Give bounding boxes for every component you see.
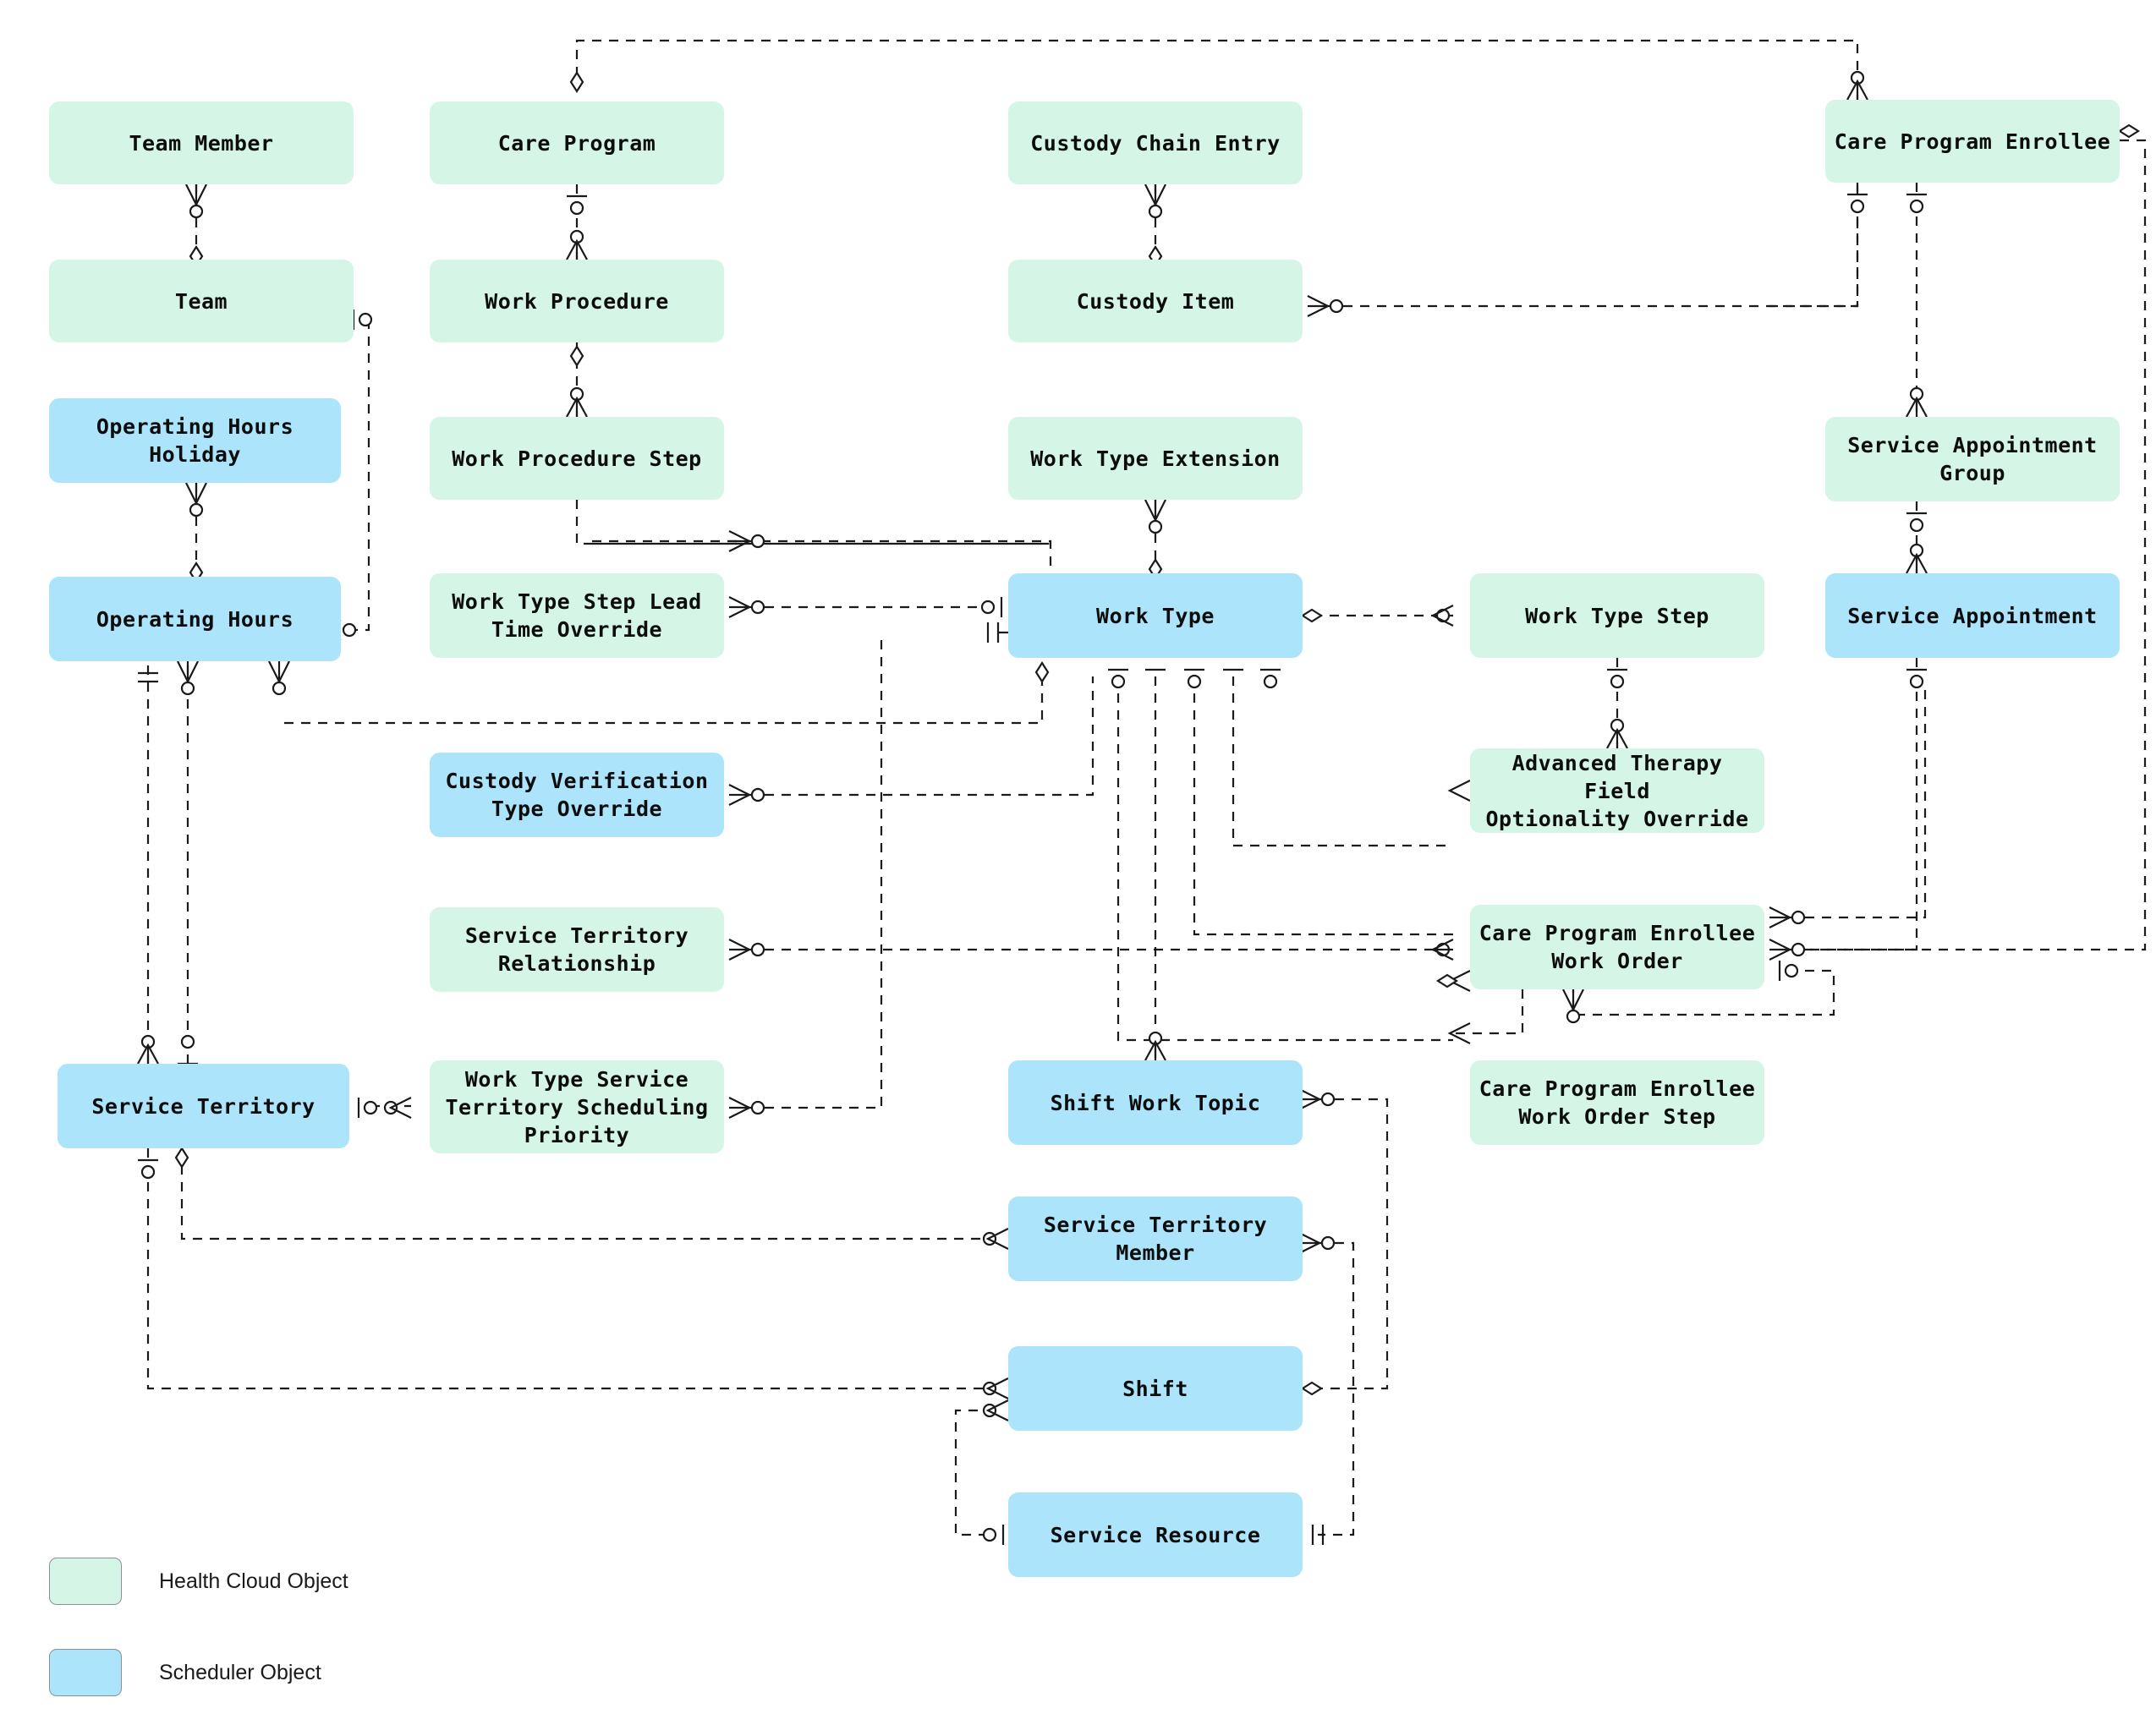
entity-label: Custody Chain Entry (1030, 130, 1281, 156)
entity-service-appointment[interactable]: Service Appointment (1825, 573, 2120, 658)
entity-care-program[interactable]: Care Program (430, 101, 724, 184)
entity-custody-verification-type-override[interactable]: Custody Verification Type Override (430, 753, 724, 837)
entity-custody-item[interactable]: Custody Item (1008, 260, 1303, 342)
entity-care-program-enrollee-work-order[interactable]: Care Program Enrollee Work Order (1470, 905, 1764, 989)
entity-label: Custody Verification Type Override (445, 769, 709, 821)
entity-work-type-step-lead-time-override[interactable]: Work Type Step Lead Time Override (430, 573, 724, 658)
entity-service-territory-member[interactable]: Service Territory Member (1008, 1197, 1303, 1281)
entity-service-territory-relationship[interactable]: Service Territory Relationship (430, 907, 724, 992)
entity-care-program-enrollee[interactable]: Care Program Enrollee (1825, 100, 2120, 183)
legend-label-health-cloud-object: Health Cloud Object (159, 1569, 348, 1593)
entity-label: Custody Item (1076, 288, 1235, 314)
entity-operating-hours[interactable]: Operating Hours (49, 577, 341, 661)
entity-custody-chain-entry[interactable]: Custody Chain Entry (1008, 101, 1303, 184)
erd-canvas: Team Member Team Operating Hours Holiday … (0, 0, 2156, 1725)
entity-advanced-therapy-field-optionality-override[interactable]: Advanced Therapy Field Optionality Overri… (1470, 748, 1764, 833)
entity-label: Service Resource (1050, 1522, 1261, 1547)
entity-label: Team (174, 288, 228, 314)
entity-label: Work Procedure Step (452, 446, 702, 471)
entity-label: Service Territory (91, 1093, 315, 1119)
entity-label: Shift Work Topic (1050, 1090, 1261, 1115)
entity-care-program-enrollee-work-order-step[interactable]: Care Program Enrollee Work Order Step (1470, 1060, 1764, 1145)
legend-label-scheduler-object: Scheduler Object (159, 1661, 321, 1684)
entity-shift[interactable]: Shift (1008, 1346, 1303, 1431)
entity-label: Care Program Enrollee Work Order (1478, 921, 1756, 973)
entity-shift-work-topic[interactable]: Shift Work Topic (1008, 1060, 1303, 1145)
entity-label: Service Territory Member (1043, 1213, 1268, 1265)
entity-label: Work Type (1096, 603, 1215, 628)
legend-swatch-health-cloud-object (49, 1558, 122, 1605)
entity-work-procedure[interactable]: Work Procedure (430, 260, 724, 342)
entity-label: Operating Hours (96, 606, 294, 632)
entity-label: Work Type Step (1525, 603, 1709, 628)
entity-service-appointment-group[interactable]: Service Appointment Group (1825, 417, 2120, 501)
entity-work-procedure-step[interactable]: Work Procedure Step (430, 417, 724, 500)
entity-work-type[interactable]: Work Type (1008, 573, 1303, 658)
entity-label: Work Type Step Lead Time Override (452, 589, 702, 642)
entity-label: Service Appointment (1847, 603, 2098, 628)
entity-label: Team Member (129, 130, 274, 156)
entity-team-member[interactable]: Team Member (49, 101, 354, 184)
relationship-connectors (137, 39, 2147, 1545)
entity-operating-hours-holiday[interactable]: Operating Hours Holiday (49, 398, 341, 483)
entity-service-resource[interactable]: Service Resource (1008, 1492, 1303, 1577)
entity-label: Advanced Therapy Field Optionality Overri… (1485, 750, 1749, 831)
entity-work-type-service-territory-scheduling-priority[interactable]: Work Type Service Territory Scheduling Pri… (430, 1060, 724, 1153)
entity-label: Work Type Service Territory Scheduling Pri… (445, 1066, 709, 1147)
entity-label: Shift (1122, 1376, 1188, 1401)
entity-label: Service Territory Relationship (464, 923, 689, 976)
entity-label: Operating Hours Holiday (96, 414, 294, 467)
entity-work-type-extension[interactable]: Work Type Extension (1008, 417, 1303, 500)
entity-label: Care Program Enrollee (1834, 129, 2111, 154)
entity-team[interactable]: Team (49, 260, 354, 342)
entity-label: Care Program Enrollee Work Order Step (1478, 1076, 1756, 1129)
entity-service-territory[interactable]: Service Territory (58, 1064, 349, 1148)
legend-swatch-scheduler-object (49, 1649, 122, 1696)
entity-label: Service Appointment Group (1847, 433, 2098, 485)
entity-label: Work Type Extension (1030, 446, 1281, 471)
entity-label: Care Program (497, 130, 656, 156)
entity-label: Work Procedure (485, 288, 669, 314)
entity-work-type-step[interactable]: Work Type Step (1470, 573, 1764, 658)
